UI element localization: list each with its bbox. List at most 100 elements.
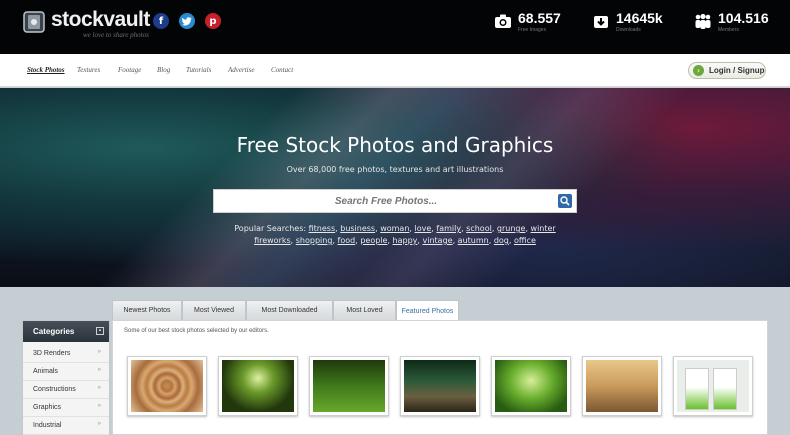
- featured-panel: Some of our best stock photos selected b…: [112, 320, 768, 435]
- login-label: Login / Signup: [709, 66, 765, 75]
- chevron-right-icon: »: [97, 385, 101, 391]
- photo-image: [677, 360, 749, 412]
- category-label: Industrial: [33, 422, 62, 429]
- popular-link[interactable]: fitness: [309, 224, 336, 233]
- stat-label: Members: [718, 27, 739, 33]
- stat-downloads: 14645k Downloads: [592, 10, 672, 36]
- tab-newest-photos[interactable]: Newest Photos: [112, 300, 182, 321]
- facebook-icon[interactable]: f: [153, 13, 169, 29]
- category-item[interactable]: 3D Renders »: [23, 345, 109, 363]
- tab-most-viewed[interactable]: Most Viewed: [182, 300, 246, 321]
- nav-item-advertise[interactable]: Advertise: [228, 66, 254, 74]
- photo-image: [586, 360, 658, 412]
- photo-image: [404, 360, 476, 412]
- popular-link[interactable]: autumn: [458, 236, 489, 245]
- members-icon: [695, 13, 711, 29]
- nav-item-textures[interactable]: Textures: [77, 66, 100, 74]
- tab-featured-photos[interactable]: Featured Photos: [396, 300, 459, 322]
- download-icon: [594, 16, 608, 28]
- hero-subtitle: Over 68,000 free photos, textures and ar…: [286, 165, 504, 174]
- photo-image: [313, 360, 385, 412]
- pinterest-icon[interactable]: p: [205, 13, 221, 29]
- stat-label: Downloads: [616, 27, 641, 33]
- photo-thumbnail[interactable]: [400, 356, 480, 416]
- photo-thumbnail[interactable]: [309, 356, 389, 416]
- popular-link[interactable]: people: [360, 236, 387, 245]
- stat-value: 68.557: [518, 10, 561, 26]
- nav-item-contact[interactable]: Contact: [271, 66, 293, 74]
- popular-link[interactable]: woman: [380, 224, 409, 233]
- popular-line-2: fireworks, shopping, food, people, happy…: [254, 236, 536, 245]
- popular-link[interactable]: grunge: [497, 224, 526, 233]
- photo-thumbnail[interactable]: [127, 356, 207, 416]
- popular-link[interactable]: vintage: [423, 236, 453, 245]
- mockup-card: [713, 368, 737, 410]
- photo-image: [131, 360, 203, 412]
- popular-label: Popular Searches:: [234, 224, 307, 233]
- popular-link[interactable]: dog: [494, 236, 509, 245]
- nav-item-footage[interactable]: Footage: [118, 66, 141, 74]
- popular-link[interactable]: winter: [531, 224, 556, 233]
- search-button[interactable]: [558, 194, 572, 208]
- photo-thumbnail[interactable]: [582, 356, 662, 416]
- category-item[interactable]: Graphics »: [23, 399, 109, 417]
- chevron-right-icon: »: [97, 367, 101, 373]
- photo-thumbnail[interactable]: [673, 356, 753, 416]
- logo[interactable]: stockvault we love to share photos: [21, 8, 156, 39]
- nav-item-tutorials[interactable]: Tutorials: [186, 66, 211, 74]
- top-bar: stockvault we love to share photos f p 6…: [0, 0, 790, 54]
- chevron-right-icon: »: [97, 421, 101, 427]
- featured-note: Some of our best stock photos selected b…: [124, 328, 269, 334]
- tab-most-downloaded[interactable]: Most Downloaded: [246, 300, 333, 321]
- popular-link[interactable]: school: [466, 224, 492, 233]
- search-box: [213, 189, 577, 213]
- photo-thumbnail[interactable]: [491, 356, 571, 416]
- stat-value: 14645k: [616, 10, 663, 26]
- category-label: 3D Renders: [33, 350, 71, 357]
- login-arrow-icon: ›: [693, 65, 704, 76]
- popular-searches: Popular Searches: fitness, business, wom…: [0, 223, 790, 247]
- category-label: Constructions: [33, 386, 76, 393]
- chevron-right-icon: »: [97, 349, 101, 355]
- collapse-icon[interactable]: ▪: [96, 327, 104, 335]
- nav-item-stock-photos[interactable]: Stock Photos: [27, 66, 65, 74]
- twitter-icon[interactable]: [179, 13, 195, 29]
- popular-link[interactable]: shopping: [296, 236, 333, 245]
- stat-label: Free Images: [518, 27, 547, 33]
- category-item[interactable]: Animals »: [23, 363, 109, 381]
- category-label: Graphics: [33, 404, 62, 411]
- hero-title: Free Stock Photos and Graphics: [236, 133, 554, 157]
- mockup-card: [685, 368, 709, 410]
- categories-title: Categories: [33, 327, 75, 336]
- logo-tagline: we love to share photos: [83, 31, 149, 39]
- category-item[interactable]: Industrial »: [23, 417, 109, 435]
- popular-link[interactable]: food: [338, 236, 356, 245]
- nav-item-blog[interactable]: Blog: [157, 66, 170, 74]
- photo-image: [222, 360, 294, 412]
- popular-link[interactable]: office: [514, 236, 536, 245]
- search-icon: [560, 196, 570, 206]
- categories-header[interactable]: Categories ▪: [23, 321, 109, 342]
- logo-text: stockvault: [51, 8, 150, 31]
- categories-panel: Categories ▪ 3D Renders » Animals » Constr…: [22, 320, 110, 435]
- search-input[interactable]: [214, 190, 558, 212]
- tab-most-loved[interactable]: Most Loved: [333, 300, 396, 321]
- popular-link[interactable]: love: [415, 224, 432, 233]
- stat-members: 104.516 Members: [694, 10, 784, 36]
- popular-line-1: Popular Searches: fitness, business, wom…: [234, 224, 556, 233]
- login-signup-button[interactable]: › Login / Signup: [688, 62, 766, 79]
- main-nav: Stock Photos Textures Footage Blog Tutor…: [0, 54, 790, 87]
- popular-link[interactable]: happy: [393, 236, 418, 245]
- category-item[interactable]: Constructions »: [23, 381, 109, 399]
- stat-images: 68.557 Free Images: [494, 10, 574, 36]
- popular-link[interactable]: family: [436, 224, 461, 233]
- popular-link[interactable]: fireworks: [254, 236, 291, 245]
- photo-thumbnail[interactable]: [218, 356, 298, 416]
- hero-banner: Free Stock Photos and Graphics Over 68,0…: [0, 88, 790, 287]
- camera-icon: [495, 14, 511, 28]
- logo-mark-icon: [23, 11, 45, 33]
- chevron-right-icon: »: [97, 403, 101, 409]
- popular-link[interactable]: business: [340, 224, 375, 233]
- photo-image: [495, 360, 567, 412]
- category-label: Animals: [33, 368, 58, 375]
